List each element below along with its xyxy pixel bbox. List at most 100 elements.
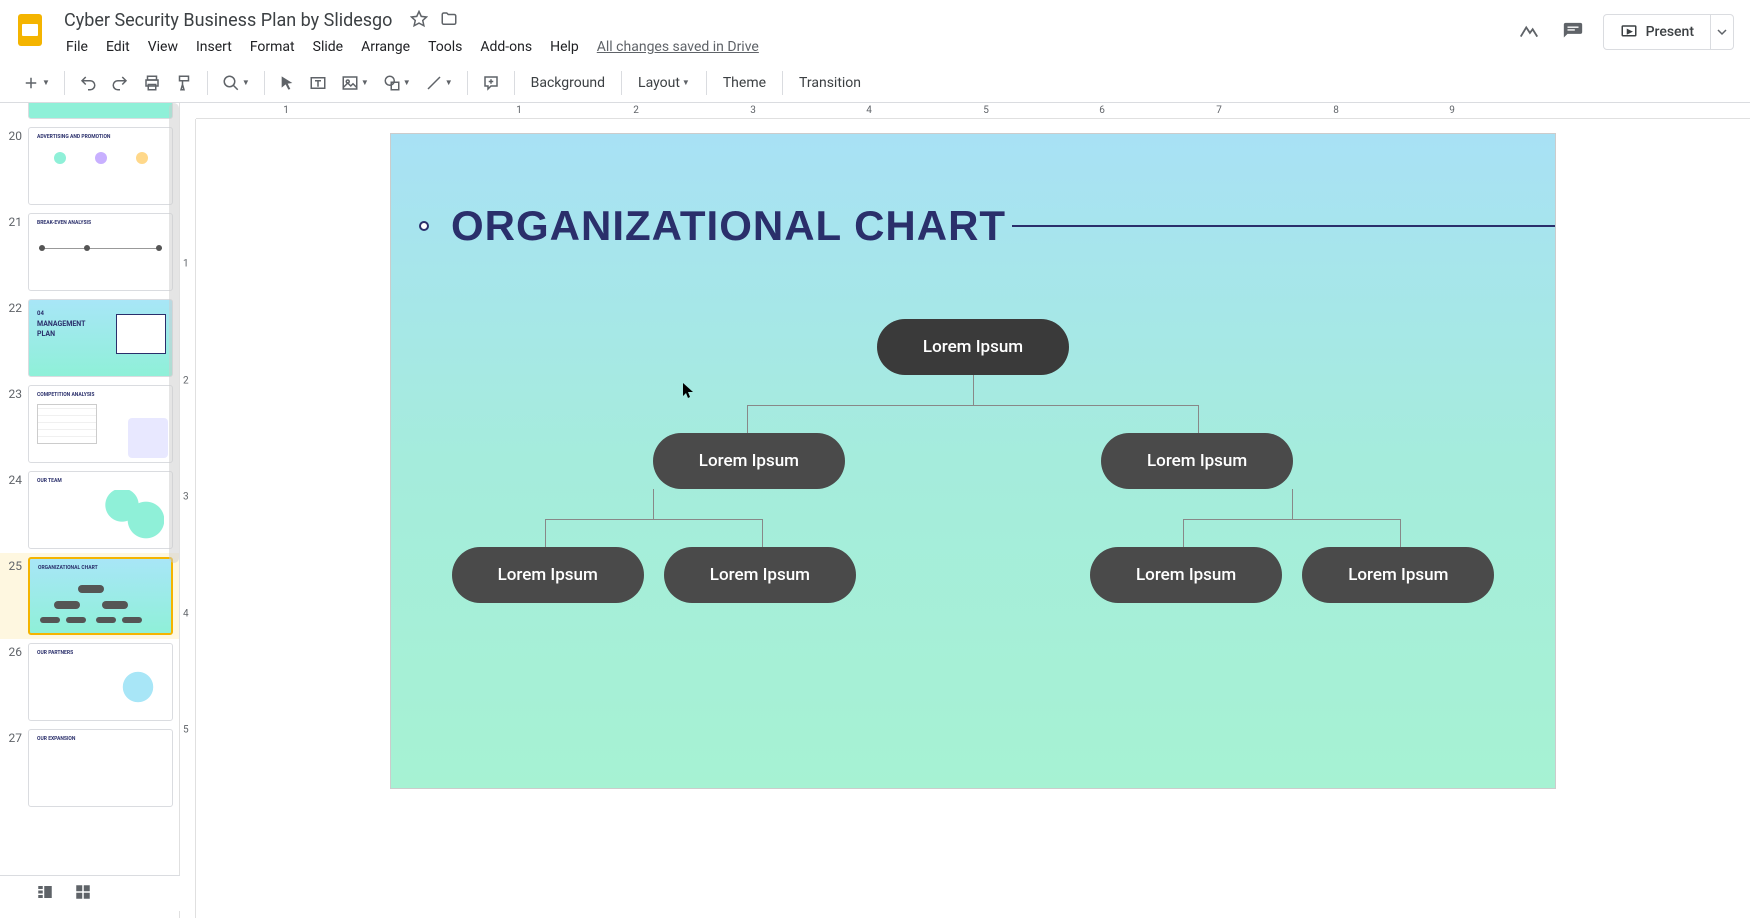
toolbar: ▼ ▼ ▼ ▼ ▼ Background Layout▼ Them bbox=[0, 63, 1750, 103]
menu-slide[interactable]: Slide bbox=[305, 35, 351, 59]
connector-line bbox=[545, 519, 763, 520]
menu-format[interactable]: Format bbox=[242, 35, 303, 59]
thumb-title: OUR PARTNERS bbox=[37, 650, 73, 656]
grid-view-icon[interactable] bbox=[74, 883, 92, 905]
connector-line bbox=[1183, 519, 1401, 520]
header: Cyber Security Business Plan by Slidesgo… bbox=[0, 0, 1750, 59]
menu-arrange[interactable]: Arrange bbox=[353, 35, 418, 59]
redo-button[interactable] bbox=[105, 68, 135, 98]
textbox-tool[interactable] bbox=[303, 68, 333, 98]
menu-tools[interactable]: Tools bbox=[420, 35, 470, 59]
ruler-tick: 3 bbox=[750, 105, 756, 116]
line-tool[interactable]: ▼ bbox=[419, 68, 459, 98]
ruler-tick: 3 bbox=[183, 492, 189, 503]
menu-insert[interactable]: Insert bbox=[188, 35, 240, 59]
star-icon[interactable] bbox=[410, 10, 428, 32]
shape-tool[interactable]: ▼ bbox=[377, 68, 417, 98]
image-tool[interactable]: ▼ bbox=[335, 68, 375, 98]
slide-thumbnail[interactable]: 22 04 MANAGEMENT PLAN bbox=[0, 295, 179, 381]
org-node-l3d[interactable]: Lorem Ipsum bbox=[1302, 547, 1494, 603]
thumb-title: ADVERTISING AND PROMOTION bbox=[37, 134, 110, 140]
theme-button[interactable]: Theme bbox=[715, 69, 774, 97]
save-status[interactable]: All changes saved in Drive bbox=[597, 39, 759, 55]
ruler-tick: 9 bbox=[1449, 105, 1455, 116]
slide-thumbnail[interactable]: 24 OUR TEAM bbox=[0, 467, 179, 553]
slide-thumbnail[interactable] bbox=[0, 103, 179, 123]
thumb-title: ORGANIZATIONAL CHART bbox=[38, 565, 98, 571]
chevron-down-icon: ▼ bbox=[42, 78, 50, 87]
ruler-tick: 2 bbox=[183, 376, 189, 387]
org-node-top[interactable]: Lorem Ipsum bbox=[877, 319, 1069, 375]
header-right: Present bbox=[1515, 14, 1734, 50]
slide-thumbnail[interactable]: 25 ORGANIZATIONAL CHART bbox=[0, 553, 179, 639]
slide-panel[interactable]: 20 ADVERTISING AND PROMOTION 21 BREAK-EV… bbox=[0, 103, 180, 918]
slide-number: 25 bbox=[6, 557, 28, 635]
paint-format-button[interactable] bbox=[169, 68, 199, 98]
present-label: Present bbox=[1646, 24, 1694, 40]
document-title[interactable]: Cyber Security Business Plan by Slidesgo bbox=[58, 8, 398, 33]
ruler-tick: 4 bbox=[866, 105, 872, 116]
ruler-tick: 8 bbox=[1333, 105, 1339, 116]
zoom-button[interactable]: ▼ bbox=[216, 68, 256, 98]
connector-line bbox=[1292, 489, 1293, 519]
slides-logo-icon[interactable] bbox=[12, 12, 48, 48]
menu-addons[interactable]: Add-ons bbox=[472, 35, 540, 59]
chevron-down-icon: ▼ bbox=[445, 78, 453, 87]
canvas-area: 1 1 2 3 4 5 6 7 8 9 1 2 3 4 5 ORGANIZATI… bbox=[180, 103, 1750, 918]
title-line bbox=[1012, 225, 1555, 227]
org-node-l2a[interactable]: Lorem Ipsum bbox=[653, 433, 845, 489]
org-node-l3b[interactable]: Lorem Ipsum bbox=[664, 547, 856, 603]
add-comment-button[interactable] bbox=[476, 68, 506, 98]
org-chart: Lorem Ipsum Lorem Ipsum Lorem Ipsum bbox=[391, 319, 1555, 603]
thumb-title: COMPETITION ANALYSIS bbox=[37, 392, 94, 398]
chevron-down-icon: ▼ bbox=[242, 78, 250, 87]
print-button[interactable] bbox=[137, 68, 167, 98]
slide-number: 26 bbox=[6, 643, 28, 721]
comments-icon[interactable] bbox=[1559, 18, 1587, 46]
menu-edit[interactable]: Edit bbox=[98, 35, 138, 59]
slide-canvas[interactable]: ORGANIZATIONAL CHART Lorem Ipsum Lorem I… bbox=[390, 133, 1556, 789]
chevron-down-icon bbox=[1717, 27, 1727, 37]
present-dropdown-arrow[interactable] bbox=[1710, 15, 1733, 49]
horizontal-ruler[interactable]: 1 1 2 3 4 5 6 7 8 9 bbox=[196, 103, 1750, 119]
ruler-tick: 5 bbox=[983, 105, 989, 116]
thumb-title: OUR TEAM bbox=[37, 478, 62, 484]
slide-number: 27 bbox=[6, 729, 28, 807]
move-to-folder-icon[interactable] bbox=[440, 10, 458, 32]
slide-title[interactable]: ORGANIZATIONAL CHART bbox=[451, 202, 1006, 250]
org-node-l2b[interactable]: Lorem Ipsum bbox=[1101, 433, 1293, 489]
slide-number: 21 bbox=[6, 213, 28, 291]
ruler-tick: 6 bbox=[1099, 105, 1105, 116]
slide-thumbnail[interactable]: 26 OUR PARTNERS bbox=[0, 639, 179, 725]
org-node-l3a[interactable]: Lorem Ipsum bbox=[452, 547, 644, 603]
menu-file[interactable]: File bbox=[58, 35, 96, 59]
filmstrip-view-icon[interactable] bbox=[36, 883, 54, 905]
title-bullet-icon bbox=[419, 221, 429, 231]
new-slide-button[interactable]: ▼ bbox=[16, 68, 56, 98]
background-button[interactable]: Background bbox=[523, 69, 613, 97]
slide-thumbnail[interactable]: 21 BREAK-EVEN ANALYSIS bbox=[0, 209, 179, 295]
ruler-tick: 2 bbox=[633, 105, 639, 116]
scrollbar[interactable] bbox=[169, 103, 179, 563]
menu-view[interactable]: View bbox=[140, 35, 186, 59]
ruler-tick: 1 bbox=[183, 259, 189, 270]
slide-number: 20 bbox=[6, 127, 28, 205]
activity-icon[interactable] bbox=[1515, 18, 1543, 46]
slide-number: 24 bbox=[6, 471, 28, 549]
ruler-tick: 1 bbox=[516, 105, 522, 116]
slide-thumbnail[interactable]: 23 COMPETITION ANALYSIS bbox=[0, 381, 179, 467]
slide-thumbnail[interactable]: 27 OUR EXPANSION bbox=[0, 725, 179, 811]
workspace: 20 ADVERTISING AND PROMOTION 21 BREAK-EV… bbox=[0, 103, 1750, 918]
slide-number: 23 bbox=[6, 385, 28, 463]
thumb-title: BREAK-EVEN ANALYSIS bbox=[37, 220, 91, 226]
present-button[interactable]: Present bbox=[1603, 14, 1734, 50]
slide-thumbnail[interactable]: 20 ADVERTISING AND PROMOTION bbox=[0, 123, 179, 209]
layout-button[interactable]: Layout▼ bbox=[630, 69, 698, 97]
menu-help[interactable]: Help bbox=[542, 35, 587, 59]
vertical-ruler[interactable]: 1 2 3 4 5 bbox=[180, 119, 196, 918]
thumb-title: OUR EXPANSION bbox=[37, 736, 75, 742]
select-tool[interactable] bbox=[273, 69, 301, 97]
undo-button[interactable] bbox=[73, 68, 103, 98]
transition-button[interactable]: Transition bbox=[791, 69, 869, 97]
org-node-l3c[interactable]: Lorem Ipsum bbox=[1090, 547, 1282, 603]
